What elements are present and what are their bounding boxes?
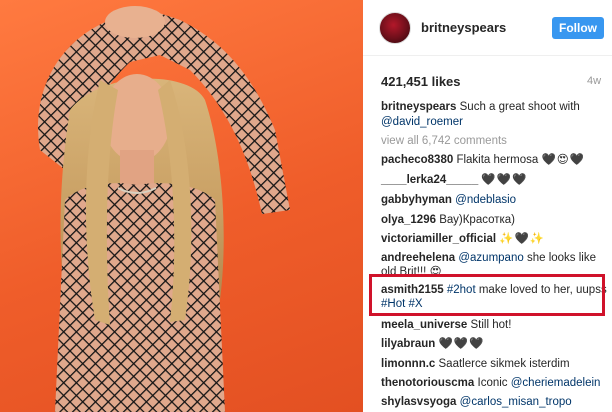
comment-item: shylasvsyoga @carlos_misan_tropo [381,395,611,409]
post-age[interactable]: 4w [587,75,601,87]
comment-item: lilyabraun 🖤🖤🖤 [381,337,611,351]
comment-username[interactable]: ____lerka24_____ [381,174,478,186]
post-caption: britneyspears Such a great shoot with @d… [381,100,603,130]
comment-username[interactable]: andreehelena [381,252,455,264]
comment-text: Still hot! [470,319,512,331]
comment-item: thenotoriouscma Iconic @cheriemadelein [381,376,611,390]
avatar[interactable] [379,12,411,44]
comment-username[interactable]: victoriamiller_official [381,233,496,245]
post-detail-panel: britneyspears Follow 421,451 likes 4w br… [363,0,612,412]
likes-count[interactable]: 421,451 likes [381,74,461,89]
comment-text: Iconic [477,377,508,389]
comment-mention[interactable]: @azumpano [458,252,523,264]
comment-item: olya_1296 Вау)Красотка) [381,213,611,227]
post-photo[interactable] [0,0,363,412]
comment-text: Вау)Красотка) [439,214,516,226]
view-all-comments-link[interactable]: view all 6,742 comments [381,135,507,147]
comment-text: Flakita hermosa [456,154,539,166]
comment-username[interactable]: shylasvsyoga [381,396,456,408]
comment-text: Saatlerce sikmek isterdim [438,358,570,370]
comment-username[interactable]: lilyabraun [381,338,435,350]
comment-item: ____lerka24_____ 🖤🖤🖤 [381,173,611,187]
follow-button[interactable]: Follow [552,17,604,39]
comment-item: victoriamiller_official ✨🖤✨ [381,232,611,246]
comment-item: pacheco8380 Flakita hermosa 🖤😍🖤 [381,153,611,167]
comment-username[interactable]: limonnn.c [381,358,435,370]
heart-emoji-icon: 🖤🖤🖤 [481,174,528,186]
comment-mention[interactable]: @carlos_misan_tropo [460,396,572,408]
comment-item: limonnn.c Saatlerce sikmek isterdim [381,357,611,371]
comment-item: meela_universe Still hot! [381,318,611,332]
comment-username[interactable]: pacheco8380 [381,154,453,166]
comment-username[interactable]: gabbyhyman [381,194,452,206]
heart-emoji-icon: 🖤😍🖤 [541,154,586,166]
post-username[interactable]: britneyspears [421,20,506,35]
heart-emoji-icon: 🖤🖤🖤 [438,338,485,350]
post-header: britneyspears Follow [363,0,612,56]
comment-username[interactable]: thenotoriouscma [381,377,474,389]
caption-text: Such a great shoot with [459,101,580,113]
sparkle-heart-emoji-icon: ✨🖤✨ [499,233,546,245]
photo-illustration [38,6,290,412]
comment-username[interactable]: olya_1296 [381,214,436,226]
comment-mention[interactable]: @ndeblasio [455,194,516,206]
comment-item: gabbyhyman @ndeblasio [381,193,611,207]
comment-mention[interactable]: @cheriemadelein [511,377,601,389]
caption-username[interactable]: britneyspears [381,101,456,113]
comment-username[interactable]: meela_universe [381,319,467,331]
caption-mention[interactable]: @david_roemer [381,116,463,128]
highlight-annotation-box [369,274,605,316]
